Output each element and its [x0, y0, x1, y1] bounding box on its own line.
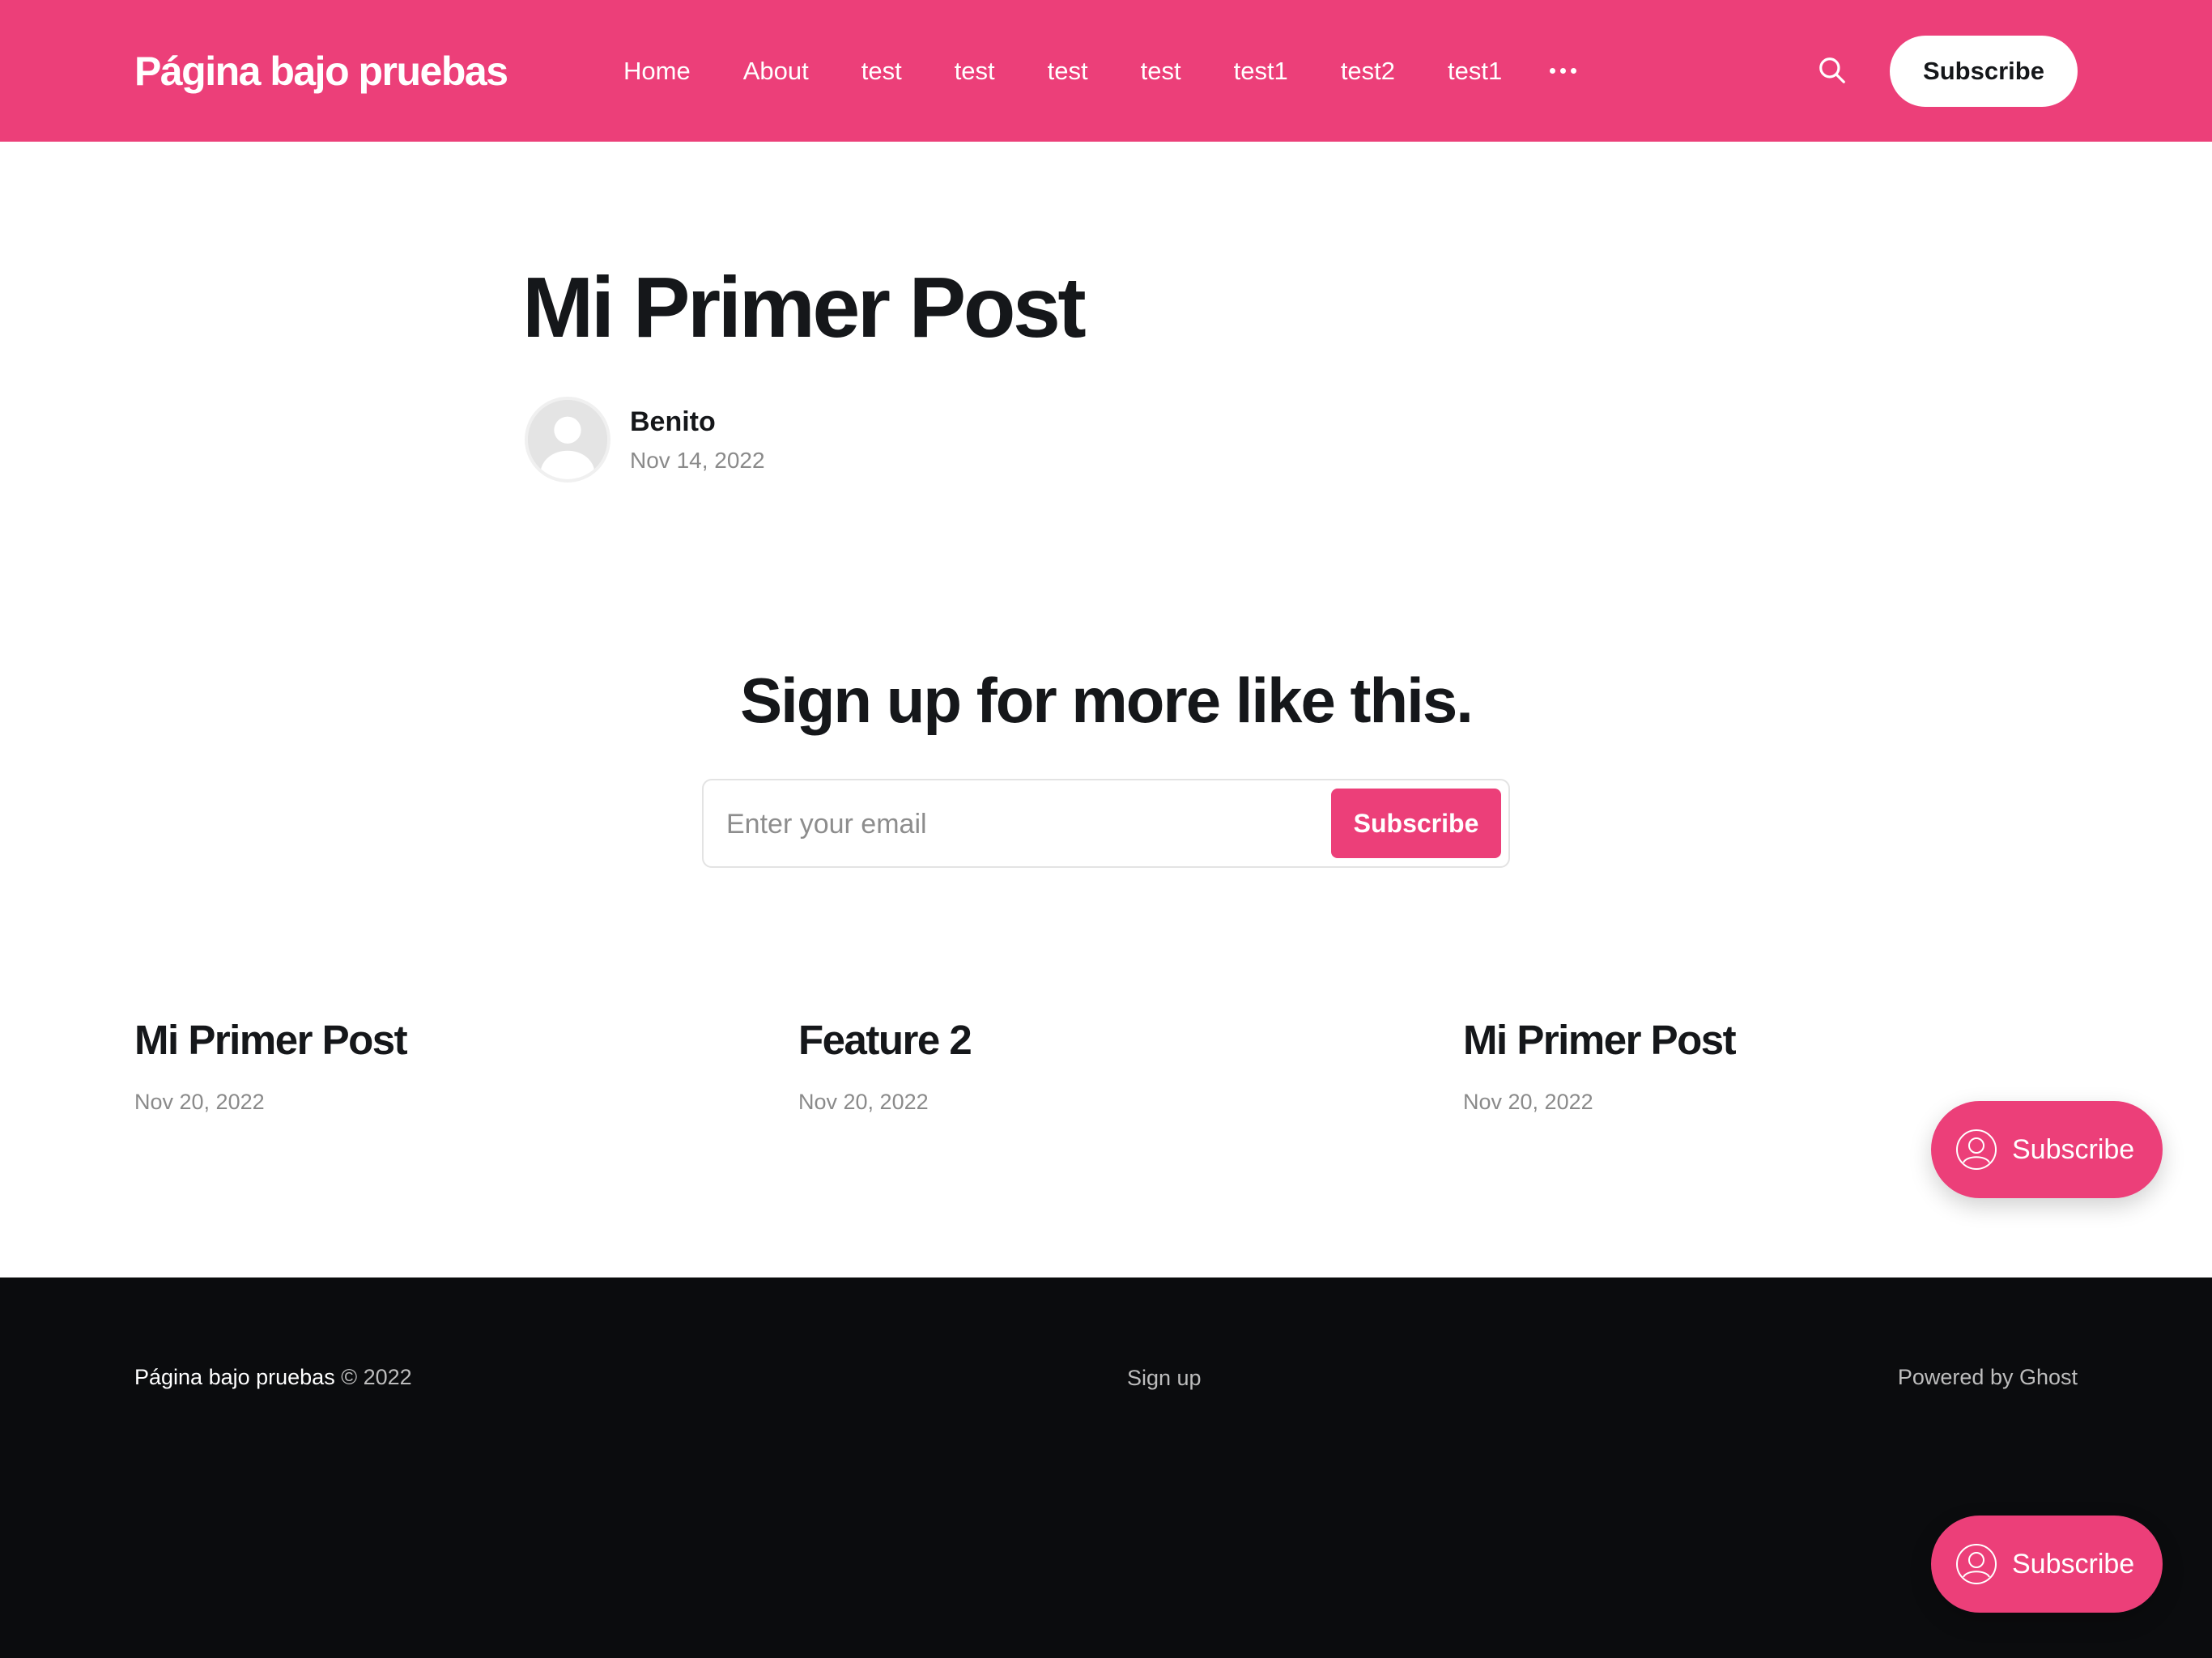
portal-subscribe-label: Subscribe	[2012, 1548, 2135, 1579]
more-dot	[1560, 68, 1567, 74]
related-post-date: Nov 20, 2022	[798, 1090, 929, 1114]
portal-subscribe-button[interactable]: Subscribe	[1931, 1101, 2163, 1198]
cta-subscribe-button[interactable]: Subscribe	[1331, 789, 1501, 858]
header-subscribe-button[interactable]: Subscribe	[1890, 36, 2078, 107]
related-post-title[interactable]: Mi Primer Post	[134, 1016, 701, 1064]
portal-subscribe-button[interactable]: Subscribe	[1931, 1516, 2163, 1613]
nav-item-test[interactable]: test	[1048, 57, 1088, 86]
nav-item-test1[interactable]: test1	[1234, 57, 1288, 86]
related-post-title[interactable]: Mi Primer Post	[1463, 1016, 2030, 1064]
nav-item-test[interactable]: test	[955, 57, 995, 86]
search-icon[interactable]	[1817, 55, 1848, 86]
related-post-card[interactable]: Mi Primer Post Nov 20, 2022	[134, 1016, 701, 1115]
nav-item-test1[interactable]: test1	[1448, 57, 1502, 86]
footer-signup-link[interactable]: Sign up	[1127, 1366, 1202, 1391]
footer-copyright-year: © 2022	[341, 1365, 412, 1389]
related-post-card[interactable]: Mi Primer Post Nov 20, 2022	[1463, 1016, 2030, 1115]
related-post-date: Nov 20, 2022	[134, 1090, 265, 1114]
site-header: Página bajo pruebas Home About test test…	[0, 0, 2212, 142]
more-dot	[1550, 68, 1556, 74]
site-footer: Página bajo pruebas © 2022 Sign up Power…	[0, 1278, 2212, 1658]
related-post-card[interactable]: Feature 2 Nov 20, 2022	[798, 1016, 1365, 1115]
author-name[interactable]: Benito	[630, 406, 716, 438]
post-title: Mi Primer Post	[522, 260, 1087, 355]
more-dot	[1571, 68, 1577, 74]
footer-copyright: Página bajo pruebas © 2022	[134, 1365, 412, 1390]
related-post-title[interactable]: Feature 2	[798, 1016, 1365, 1064]
more-menu-icon[interactable]	[1550, 68, 1577, 74]
email-input[interactable]	[726, 800, 1293, 848]
signup-form: Subscribe	[702, 779, 1510, 868]
footer-powered-by-link[interactable]: Powered by Ghost	[1898, 1365, 2078, 1390]
user-icon	[1956, 1544, 1997, 1584]
nav-item-test[interactable]: test	[1141, 57, 1181, 86]
author-avatar[interactable]	[525, 397, 610, 483]
site-title-link[interactable]: Página bajo pruebas	[134, 48, 508, 95]
nav-item-test2[interactable]: test2	[1341, 57, 1395, 86]
cta-title: Sign up for more like this.	[740, 665, 1474, 736]
nav-item-home[interactable]: Home	[623, 57, 691, 86]
nav-item-about[interactable]: About	[743, 57, 809, 86]
post-date: Nov 14, 2022	[630, 448, 765, 473]
user-icon	[1956, 1129, 1997, 1170]
portal-subscribe-label: Subscribe	[2012, 1133, 2135, 1165]
nav-item-test[interactable]: test	[861, 57, 902, 86]
related-post-date: Nov 20, 2022	[1463, 1090, 1593, 1114]
avatar-placeholder-icon	[528, 400, 607, 479]
footer-site-name[interactable]: Página bajo pruebas	[134, 1365, 335, 1389]
main-nav: Home About test test test test test1 tes…	[623, 57, 1577, 86]
